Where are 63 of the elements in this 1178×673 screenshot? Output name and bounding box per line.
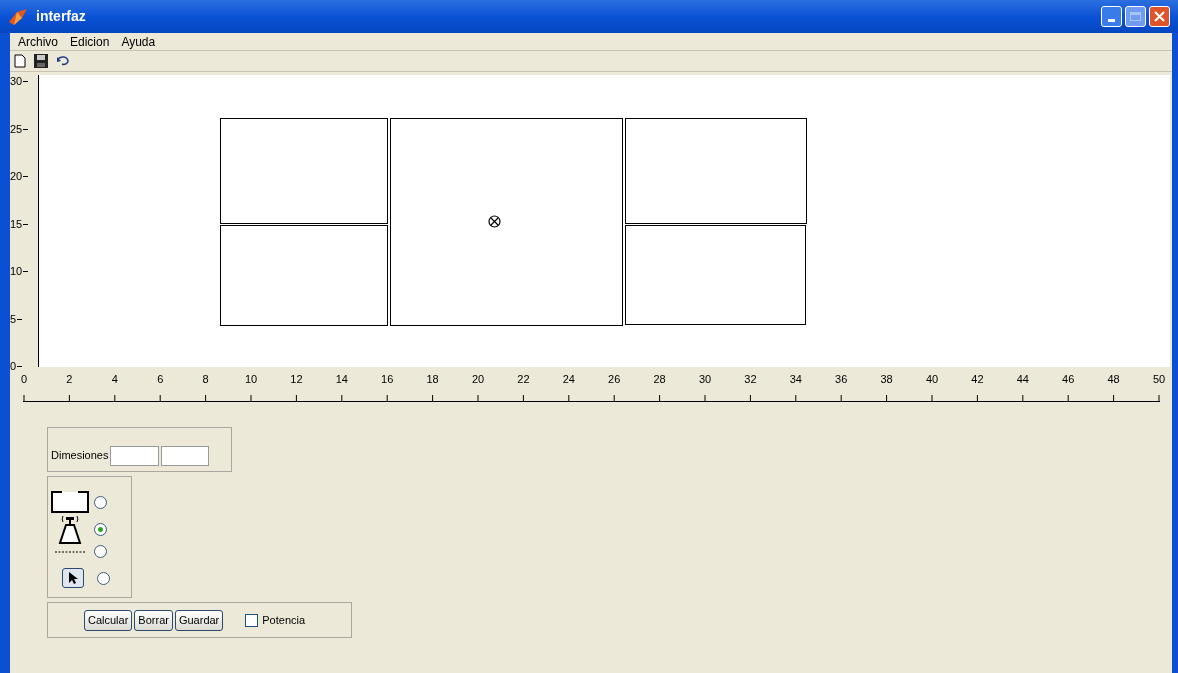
tool-radio[interactable] (97, 571, 110, 585)
menu-item[interactable]: Edicion (70, 32, 110, 51)
x-axis-label: 12 (290, 374, 303, 385)
x-axis-label: 40 (925, 374, 939, 385)
x-axis-label: 44 (1016, 374, 1029, 385)
x-axis-label: 26 (608, 374, 621, 385)
y-axis-label: 20 (10, 171, 29, 182)
y-axis-label: 10 (10, 266, 29, 277)
x-axis-label: 4 (111, 374, 118, 385)
height-field[interactable] (161, 446, 210, 466)
undo-icon[interactable] (56, 56, 70, 66)
pointer-tool-icon (62, 568, 84, 588)
y-axis-label: 0 (10, 361, 23, 372)
x-axis-label: 24 (562, 374, 575, 385)
x-axis-label: 32 (744, 374, 757, 385)
save-icon[interactable] (34, 54, 48, 68)
y-axis-label: 25 (10, 123, 29, 135)
minimize-button[interactable] (1101, 6, 1122, 27)
action-button[interactable]: Guardar (174, 609, 224, 631)
close-button[interactable] (1149, 6, 1170, 27)
window-title: interfaz (36, 7, 86, 26)
room-rectangle[interactable] (220, 118, 388, 224)
x-axis-label: 8 (202, 374, 209, 385)
x-axis-label: 0 (20, 374, 28, 385)
width-field[interactable] (110, 446, 160, 466)
x-axis-label: 22 (517, 374, 530, 385)
dashed-line-icon (55, 549, 85, 554)
x-axis-label: 18 (426, 374, 439, 385)
room-rectangle[interactable] (625, 118, 807, 224)
y-axis-label: 30 (10, 76, 29, 87)
x-axis-label: 2 (66, 374, 73, 385)
potencia-checkbox[interactable]: Potencia (245, 611, 306, 629)
tool-radio[interactable] (94, 522, 107, 536)
action-button[interactable]: Calcular (84, 609, 133, 631)
x-axis-label: 46 (1062, 374, 1075, 385)
room-rectangle[interactable] (625, 225, 806, 325)
circled-x-icon[interactable] (488, 215, 501, 228)
x-axis-label: 28 (653, 374, 666, 385)
maximize-button[interactable] (1125, 6, 1146, 27)
room-rectangle[interactable] (220, 225, 388, 326)
y-axis-label: 5 (10, 313, 23, 325)
x-axis-label: 48 (1107, 374, 1120, 385)
x-axis-label: 34 (789, 374, 802, 385)
y-axis-label: 15 (10, 218, 29, 230)
x-axis-label: 50 (1152, 374, 1166, 385)
x-axis-label: 14 (335, 374, 348, 385)
x-axis-label: 20 (471, 374, 485, 385)
menu-item[interactable]: Ayuda (121, 32, 156, 51)
menu-item[interactable]: Archivo (18, 32, 58, 51)
x-axis-label: 42 (971, 374, 984, 385)
close-icon (1154, 11, 1165, 22)
tool-radio[interactable] (94, 495, 107, 509)
x-axis-label: 30 (698, 374, 712, 385)
tool-radio[interactable] (94, 545, 107, 558)
dimensions-label: Dimesiones (51, 447, 109, 463)
x-axis-label: 10 (244, 374, 258, 385)
x-axis-label: 38 (880, 374, 893, 385)
action-button[interactable]: Borrar (134, 609, 173, 631)
x-axis-label: 16 (381, 374, 394, 385)
new-file-icon[interactable] (14, 54, 26, 68)
x-axis-label: 6 (157, 374, 164, 385)
x-axis-label: 36 (835, 374, 848, 385)
app-logo-icon (8, 7, 28, 26)
